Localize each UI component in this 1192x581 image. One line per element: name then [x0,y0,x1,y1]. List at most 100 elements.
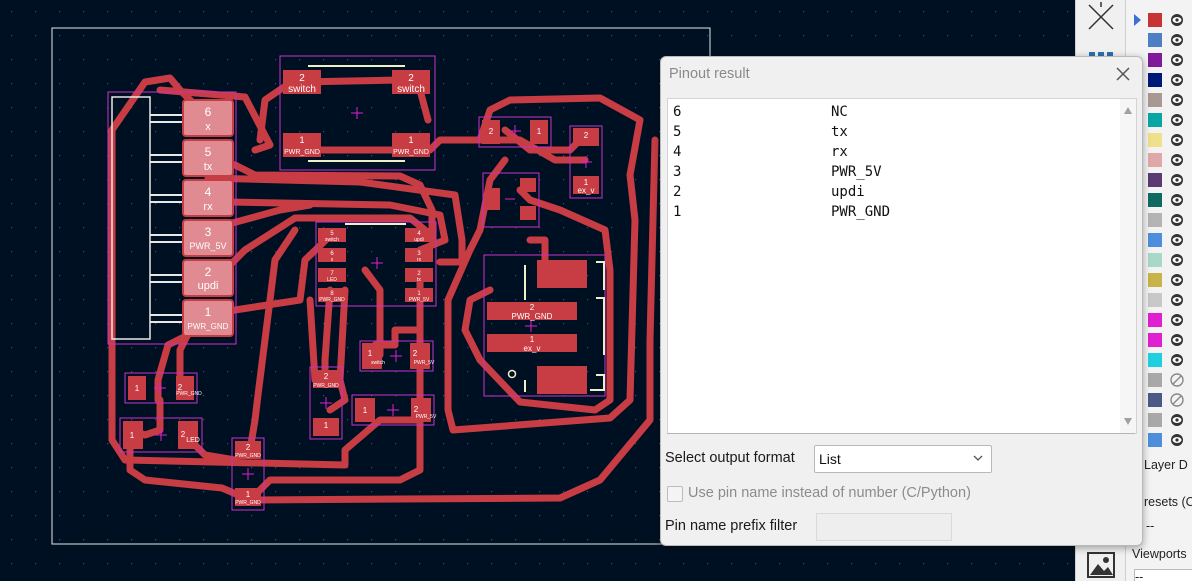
layer-color-swatch[interactable] [1148,393,1162,407]
pad-number: 2 [246,443,251,452]
pin-number: 6 [673,104,682,120]
scrollbar[interactable] [1120,99,1136,433]
layer-color-swatch[interactable] [1148,233,1162,247]
pad-net: updi [414,237,423,243]
pad-net: PWR_GND [284,149,320,156]
connector-pad-3[interactable]: 3 PWR_5V [182,219,234,257]
pad-net: updi [198,280,219,292]
pad-net: PWR_GND [235,500,261,506]
pad-net: switch [371,360,385,366]
pin-number: 2 [673,184,682,200]
cross-probe-tool-button[interactable] [1084,0,1118,34]
pad-net: PWR_GND [188,322,229,331]
eye-icon[interactable] [1170,153,1184,167]
hidden-icon[interactable] [1170,373,1184,387]
layer-color-swatch[interactable] [1148,433,1162,447]
layer-color-swatch[interactable] [1148,313,1162,327]
pad-net: ex_v [578,186,595,195]
pad-net: rx [417,257,422,263]
pad-net: LED [327,277,337,283]
connector-pad-6[interactable]: 6 x [182,99,234,137]
active-layer-marker-icon [1134,14,1141,26]
connector-pad-5[interactable]: 5 tx [182,139,234,177]
connector-pad-4[interactable]: 4 rx [182,179,234,217]
eye-icon[interactable] [1170,253,1184,267]
pad-net: PWR_5V [414,360,435,366]
layer-color-swatch[interactable] [1148,373,1162,387]
layer-color-swatch[interactable] [1148,293,1162,307]
layer-color-swatch[interactable] [1148,333,1162,347]
layer-color-swatch[interactable] [1148,213,1162,227]
connector-pad-2[interactable]: 2 updi [182,259,234,297]
eye-icon[interactable] [1170,273,1184,287]
hidden-icon[interactable] [1170,393,1184,407]
layer-color-swatch[interactable] [1148,73,1162,87]
layer-color-swatch[interactable] [1148,173,1162,187]
pinout-result-text[interactable]: 6 NC 5 tx 4 rx 3 PWR_5V 2 updi 1 PWR_GND [667,98,1137,434]
layer-color-swatch[interactable] [1148,113,1162,127]
eye-icon[interactable] [1170,53,1184,67]
eye-icon[interactable] [1170,333,1184,347]
pad-net: PWR_GND [319,297,345,303]
viewports-label: Viewports [1132,547,1187,561]
cross-icon [1088,2,1114,30]
image-tool-button[interactable] [1084,547,1118,581]
pad-number: 3 [205,225,212,239]
pad-number: 1 [368,349,373,358]
format-label: Select output format [665,450,795,466]
pad-number: 1 [324,421,329,430]
eye-icon[interactable] [1170,93,1184,107]
layer-color-swatch[interactable] [1148,33,1162,47]
layer-color-swatch[interactable] [1148,273,1162,287]
pad-number: 2 [205,265,212,279]
connector-pad-1[interactable]: 1 PWR_GND [182,299,234,337]
pin-number: 1 [673,204,682,220]
eye-icon[interactable] [1170,293,1184,307]
eye-icon[interactable] [1170,433,1184,447]
eye-icon[interactable] [1170,353,1184,367]
splitter[interactable] [667,433,1135,434]
eye-icon[interactable] [1170,173,1184,187]
layer-color-swatch[interactable] [1148,13,1162,27]
eye-icon[interactable] [1170,73,1184,87]
pin-prefix-input[interactable] [816,513,952,541]
eye-icon[interactable] [1170,233,1184,247]
layer-color-swatch[interactable] [1148,53,1162,67]
eye-icon[interactable] [1170,193,1184,207]
use-pin-name-checkbox[interactable] [667,486,683,502]
image-icon [1087,552,1115,578]
pad-net: rx [203,201,213,213]
format-selected-value: List [819,451,841,467]
output-format-select[interactable]: List [814,445,992,473]
pad-number: 2 [584,131,589,140]
layer-color-swatch[interactable] [1148,193,1162,207]
eye-icon[interactable] [1170,133,1184,147]
eye-icon[interactable] [1170,33,1184,47]
layer-color-swatch[interactable] [1148,413,1162,427]
eye-icon[interactable] [1170,113,1184,127]
pad-number: 2 [181,430,186,439]
scroll-up-icon[interactable] [1124,107,1132,114]
pad-number: 2 [324,372,329,381]
presets-value[interactable]: -- [1146,519,1154,533]
scroll-down-icon[interactable] [1124,418,1132,425]
pad-number: 4 [205,185,212,199]
pin-name: PWR_5V [831,164,882,180]
layer-color-swatch[interactable] [1148,153,1162,167]
pad-net: tx [417,277,421,283]
eye-icon[interactable] [1170,313,1184,327]
eye-icon[interactable] [1170,13,1184,27]
layer-color-swatch[interactable] [1148,133,1162,147]
layer-color-swatch[interactable] [1148,353,1162,367]
eye-icon[interactable] [1170,213,1184,227]
pad-number: 1 [299,135,304,145]
close-icon[interactable] [1114,65,1132,83]
layer-row[interactable] [1126,30,1192,50]
layer-color-swatch[interactable] [1148,253,1162,267]
prefix-label: Pin name prefix filter [665,518,798,534]
pad-net: PWR_GND [393,149,429,156]
layer-color-swatch[interactable] [1148,93,1162,107]
viewports-value[interactable]: -- [1134,569,1192,581]
eye-icon[interactable] [1170,413,1184,427]
layer-row[interactable] [1126,10,1192,30]
